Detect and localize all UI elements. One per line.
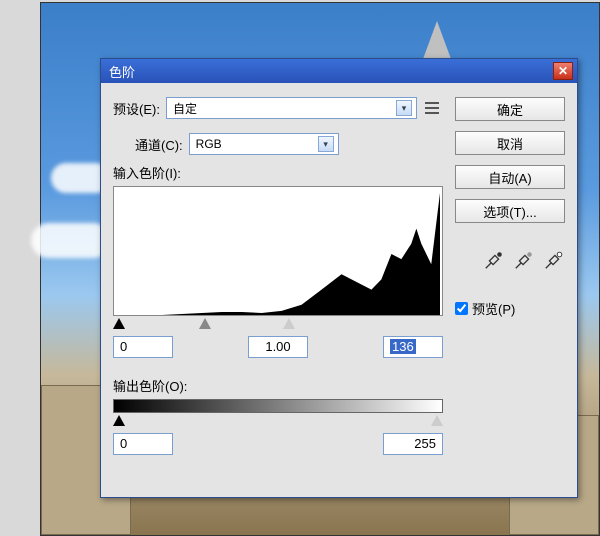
preview-checkbox[interactable] <box>455 302 468 315</box>
preset-value: 自定 <box>173 100 197 117</box>
channel-select[interactable]: RGB ▾ <box>189 133 339 155</box>
close-icon: ✕ <box>558 64 568 78</box>
histogram-svg <box>122 193 440 315</box>
ok-button[interactable]: 确定 <box>455 97 565 121</box>
chevron-down-icon: ▾ <box>396 100 412 116</box>
levels-dialog: 色阶 ✕ 预设(E): 自定 ▾ 通道(C): RGB ▾ <box>100 58 578 498</box>
output-slider-track[interactable] <box>113 415 443 429</box>
shadow-slider-handle[interactable] <box>113 318 125 329</box>
cloud <box>31 223 111 258</box>
channel-value: RGB <box>196 137 222 151</box>
preview-label: 预览(P) <box>472 299 515 318</box>
chevron-down-icon: ▾ <box>318 136 334 152</box>
output-gradient <box>113 399 443 413</box>
highlight-slider-handle[interactable] <box>283 318 295 329</box>
histogram <box>113 186 443 316</box>
output-levels-label: 输出色阶(O): <box>113 376 445 395</box>
options-button[interactable]: 选项(T)... <box>455 199 565 223</box>
input-slider-track[interactable] <box>113 318 443 332</box>
cone-shape <box>423 21 451 59</box>
output-shadow-field[interactable]: 0 <box>113 433 173 455</box>
black-eyedropper-icon[interactable] <box>483 249 505 271</box>
dialog-title: 色阶 <box>109 62 135 81</box>
output-highlight-field[interactable]: 255 <box>383 433 443 455</box>
white-eyedropper-icon[interactable] <box>543 249 565 271</box>
close-button[interactable]: ✕ <box>553 62 573 80</box>
preset-menu-icon[interactable] <box>425 100 445 116</box>
input-gamma-field[interactable]: 1.00 <box>248 336 308 358</box>
midtone-slider-handle[interactable] <box>199 318 211 329</box>
preset-select[interactable]: 自定 ▾ <box>166 97 417 119</box>
preset-label: 预设(E): <box>113 99 160 118</box>
auto-button[interactable]: 自动(A) <box>455 165 565 189</box>
output-shadow-handle[interactable] <box>113 415 125 426</box>
input-shadow-field[interactable]: 0 <box>113 336 173 358</box>
eyedropper-group <box>455 249 565 271</box>
cancel-button[interactable]: 取消 <box>455 131 565 155</box>
input-highlight-field[interactable]: 136 <box>383 336 443 358</box>
channel-label: 通道(C): <box>135 135 183 154</box>
titlebar[interactable]: 色阶 ✕ <box>101 59 577 83</box>
gray-eyedropper-icon[interactable] <box>513 249 535 271</box>
input-levels-label: 输入色阶(I): <box>113 163 445 182</box>
output-highlight-handle[interactable] <box>431 415 443 426</box>
